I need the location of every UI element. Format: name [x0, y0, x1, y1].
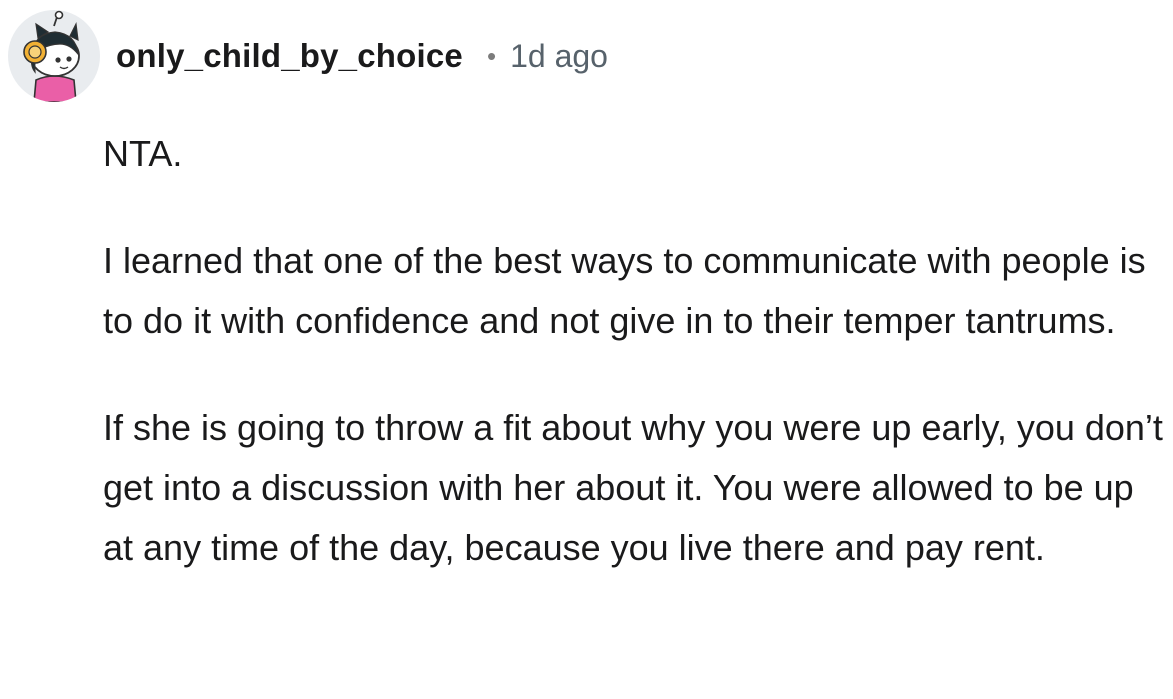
snoo-avatar-icon: [23, 10, 80, 102]
comment-paragraph: NTA.: [103, 133, 183, 174]
avatar[interactable]: [8, 10, 100, 102]
meta-separator: •: [486, 41, 497, 71]
comment-paragraph: If she is going to throw a fit about why…: [103, 407, 1163, 568]
comment-card: only_child_by_choice • 1d ago NTA. I lea…: [0, 0, 1173, 699]
comment-timestamp[interactable]: 1d ago: [510, 38, 608, 75]
comment-paragraph: I learned that one of the best ways to c…: [103, 240, 1146, 341]
author-username[interactable]: only_child_by_choice: [116, 37, 463, 75]
comment-header: only_child_by_choice • 1d ago: [8, 8, 608, 104]
comment-body: NTA. I learned that one of the best ways…: [103, 124, 1163, 578]
